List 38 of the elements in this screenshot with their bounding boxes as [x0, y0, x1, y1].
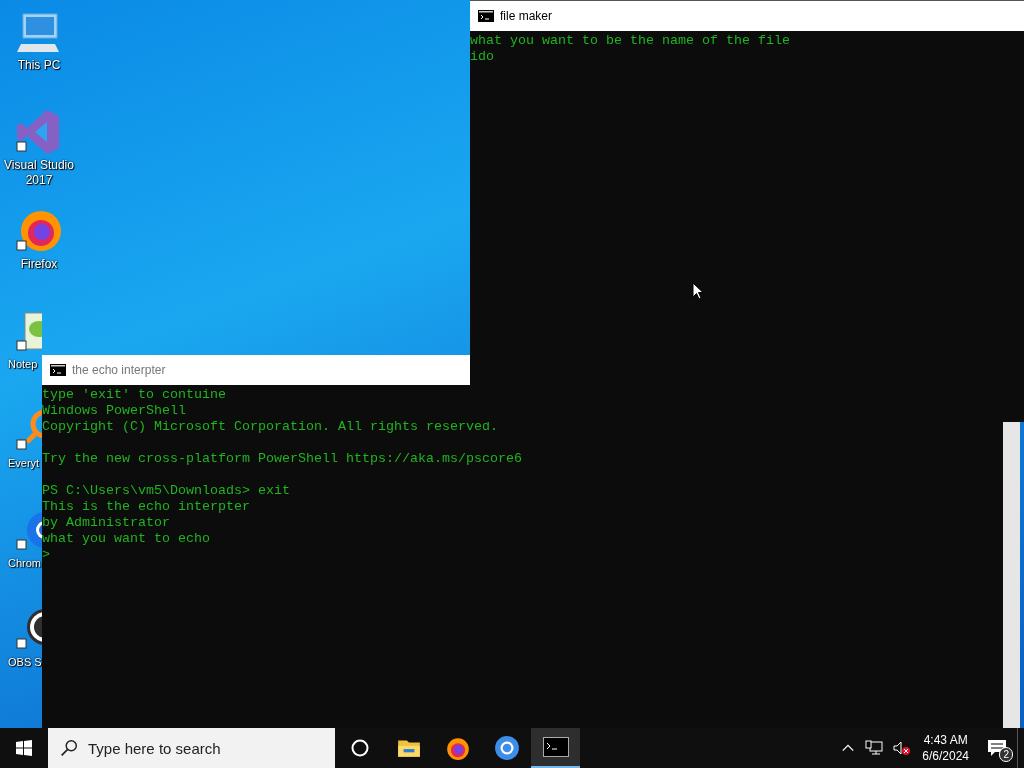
console-line: Try the new cross-platform PowerShell https://aka.ms/pscore6: [42, 451, 523, 467]
desktop-icon-label: This PC: [17, 58, 61, 73]
firefox-icon: [444, 735, 471, 761]
scrollbar[interactable]: [1003, 422, 1020, 728]
windows-logo-icon: [16, 740, 32, 756]
network-icon[interactable]: [865, 740, 884, 756]
search-icon: [60, 739, 78, 757]
muted-speaker-icon[interactable]: [893, 740, 912, 756]
console-line: what you want to be the name of the file: [470, 33, 791, 49]
clock-time[interactable]: 4:43 AM: [923, 732, 968, 748]
notification-count: 2: [999, 747, 1013, 762]
console-icon: [50, 364, 66, 376]
desktop-icon-label: Chrom: [8, 555, 41, 571]
clock-date[interactable]: 6/6/2024: [922, 748, 969, 764]
console-line: >: [42, 547, 51, 563]
window-title: the echo interpter: [72, 363, 166, 377]
window-title: file maker: [500, 9, 552, 23]
console-line: ido: [470, 49, 495, 65]
desktop-icon-label: OBS S: [8, 655, 42, 670]
console-line: Copyright (C) Microsoft Corporation. All rights reserved.: [42, 419, 499, 435]
console-line: by Administrator: [42, 515, 171, 531]
console-line: PS C:\Users\vm5\Downloads> exit: [42, 483, 291, 499]
notifications-button[interactable]: 2: [977, 728, 1017, 768]
mouse-cursor-icon: [692, 282, 704, 300]
search-field[interactable]: Type here to search: [48, 728, 335, 768]
console-line: Windows PowerShell: [42, 403, 187, 419]
search-input[interactable]: Type here to search: [86, 738, 320, 758]
console-icon: [478, 10, 494, 22]
desktop-icon-label: Everyt: [8, 456, 40, 471]
browser-icon: [493, 735, 520, 761]
taskbar-app-button[interactable]: [531, 728, 580, 768]
console-line: type 'exit' to contuine: [42, 387, 227, 403]
console-line: what you want to echo: [42, 531, 211, 547]
desktop-icon-label: Notep: [8, 356, 38, 372]
console-line: This is the echo interpter: [42, 499, 251, 515]
console-icon: [542, 737, 569, 757]
desktop-icon-label: Firefox: [20, 257, 58, 272]
desktop-icon-label: Visual Studio 2017: [3, 157, 75, 188]
